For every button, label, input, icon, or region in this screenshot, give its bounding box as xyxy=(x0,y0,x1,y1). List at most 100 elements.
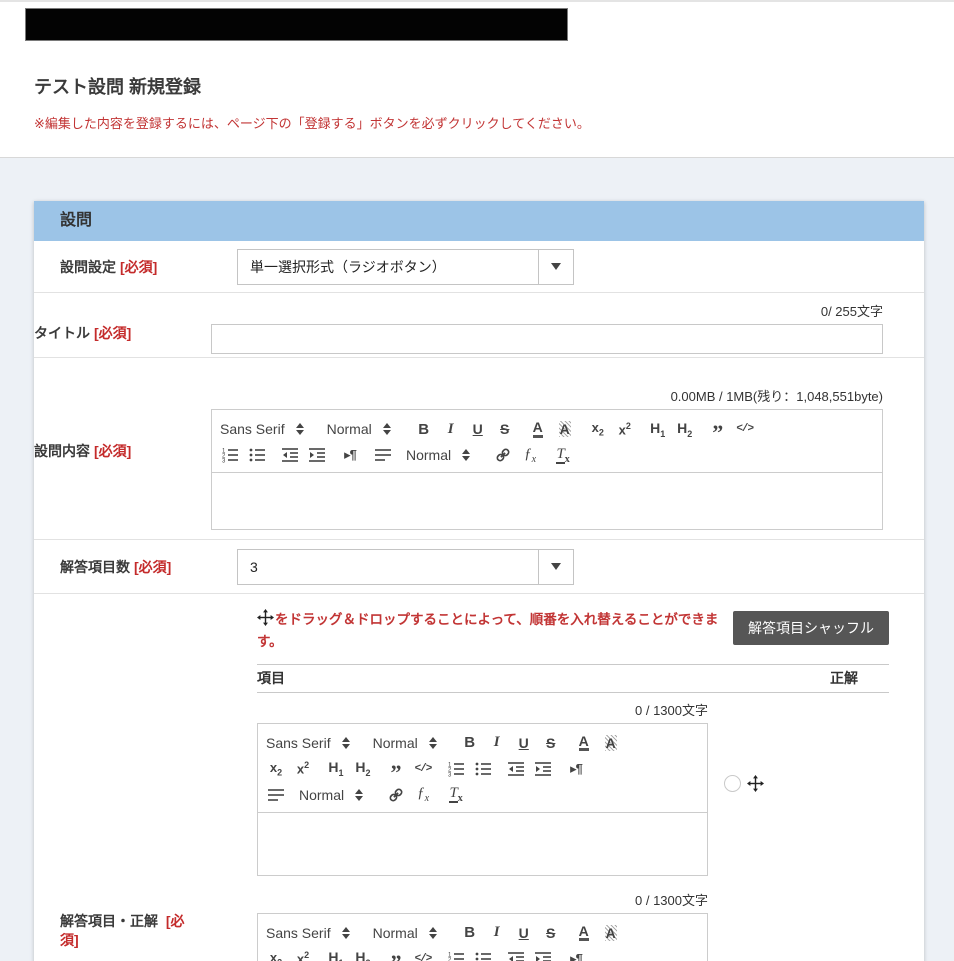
size-picker[interactable]: Normal xyxy=(373,735,437,751)
direction-icon[interactable]: ▸¶ xyxy=(340,443,360,467)
header-1-icon[interactable]: H1 xyxy=(326,947,346,961)
indent-icon[interactable] xyxy=(533,757,553,781)
code-block-icon[interactable]: </> xyxy=(413,947,433,961)
bold-icon[interactable]: B xyxy=(460,731,480,755)
align-icon[interactable] xyxy=(266,783,286,807)
move-icon[interactable] xyxy=(747,775,764,792)
color-icon[interactable]: A xyxy=(574,731,594,755)
row-question-content: 設問内容[必須] 0.00MB / 1MB(残り：1,048,551byte) … xyxy=(34,358,924,540)
clean-icon[interactable]: Tx xyxy=(446,783,466,807)
question-type-select[interactable]: 単一選択形式（ラジオボタン） xyxy=(237,249,574,285)
code-block-icon[interactable]: </> xyxy=(735,417,755,441)
move-icon xyxy=(257,609,274,632)
underline-icon[interactable]: U xyxy=(468,417,488,441)
direction-icon[interactable]: ▸¶ xyxy=(566,947,586,961)
lineheight-picker[interactable]: Normal xyxy=(299,787,363,803)
question-type-label: 設問設定[必須] xyxy=(60,257,237,277)
strike-icon[interactable]: S xyxy=(541,921,561,945)
superscript-icon[interactable]: x2 xyxy=(293,757,313,781)
indent-icon[interactable] xyxy=(533,947,553,961)
size-picker[interactable]: Normal xyxy=(373,925,437,941)
picker-arrows-icon xyxy=(462,449,470,461)
link-icon[interactable] xyxy=(386,783,406,807)
italic-icon[interactable]: I xyxy=(441,417,461,441)
font-picker[interactable]: Sans Serif xyxy=(266,735,350,751)
formula-icon[interactable]: ƒx xyxy=(520,443,540,467)
editor-toolbar: Sans SerifNormalBIUSAAx2x2H1H2”</>123▸¶N… xyxy=(258,914,707,961)
indent-icon[interactable] xyxy=(307,443,327,467)
blockquote-icon[interactable]: ” xyxy=(386,947,406,961)
underline-icon[interactable]: U xyxy=(514,921,534,945)
picker-arrows-icon xyxy=(296,423,304,435)
code-block-icon[interactable]: </> xyxy=(413,757,433,781)
page-header: テスト設問 新規登録 ※編集した内容を登録するには、ページ下の「登録する」ボタン… xyxy=(0,8,954,158)
shuffle-items-button[interactable]: 解答項目シャッフル xyxy=(733,611,889,645)
picker-arrows-icon xyxy=(429,927,437,939)
bold-icon[interactable]: B xyxy=(460,921,480,945)
svg-text:3: 3 xyxy=(448,772,452,776)
row-question-type: 設問設定[必須] 単一選択形式（ラジオボタン） xyxy=(34,241,924,293)
answer-item-editor: Sans SerifNormalBIUSAAx2x2H1H2”</>123▸¶N… xyxy=(257,723,708,876)
header-1-icon[interactable]: H1 xyxy=(326,757,346,781)
drag-drop-hint: をドラッグ＆ドロップすることによって、順番を入れ替えることができます。 xyxy=(257,609,719,653)
chevron-down-icon[interactable] xyxy=(538,550,573,584)
link-icon[interactable] xyxy=(493,443,513,467)
outdent-icon[interactable] xyxy=(506,757,526,781)
content-size-counter: 0.00MB / 1MB(残り：1,048,551byte) xyxy=(211,386,883,405)
page-background: 設問 設問設定[必須] 単一選択形式（ラジオボタン） タイトル[必須] xyxy=(0,158,954,961)
blockquote-icon[interactable]: ” xyxy=(708,417,728,441)
list-ordered-icon[interactable]: 123 xyxy=(446,947,466,961)
redacted-navigation-block xyxy=(25,8,568,41)
background-icon[interactable]: A xyxy=(601,731,621,755)
correct-answer-radio[interactable] xyxy=(724,775,741,792)
title-input[interactable] xyxy=(211,324,883,354)
outdent-icon[interactable] xyxy=(506,947,526,961)
superscript-icon[interactable]: x2 xyxy=(293,947,313,961)
list-bullet-icon[interactable] xyxy=(473,947,493,961)
answer-count-select-value: 3 xyxy=(238,550,538,584)
italic-icon[interactable]: I xyxy=(487,731,507,755)
direction-icon[interactable]: ▸¶ xyxy=(566,757,586,781)
answer-count-select[interactable]: 3 xyxy=(237,549,574,585)
header-2-icon[interactable]: H2 xyxy=(675,417,695,441)
question-content-textarea[interactable] xyxy=(212,473,882,529)
color-icon[interactable]: A xyxy=(528,417,548,441)
font-picker[interactable]: Sans Serif xyxy=(266,925,350,941)
header-2-icon[interactable]: H2 xyxy=(353,947,373,961)
list-bullet-icon[interactable] xyxy=(473,757,493,781)
answer-item-textarea[interactable] xyxy=(258,813,707,875)
subscript-icon[interactable]: x2 xyxy=(266,757,286,781)
subscript-icon[interactable]: x2 xyxy=(588,417,608,441)
header-2-icon[interactable]: H2 xyxy=(353,757,373,781)
size-picker[interactable]: Normal xyxy=(327,421,391,437)
strike-icon[interactable]: S xyxy=(541,731,561,755)
blockquote-icon[interactable]: ” xyxy=(386,757,406,781)
outdent-icon[interactable] xyxy=(280,443,300,467)
bold-icon[interactable]: B xyxy=(414,417,434,441)
answer-item-2: 0 / 1300文字 Sans SerifNormalBIUSAAx2x2H1H… xyxy=(257,890,889,961)
chevron-down-icon[interactable] xyxy=(538,250,573,284)
answer-item-1: 0 / 1300文字 Sans SerifNormalBIUSAAx2x2H1H… xyxy=(257,700,889,876)
color-icon[interactable]: A xyxy=(574,921,594,945)
save-warning-text: ※編集した内容を登録するには、ページ下の「登録する」ボタンを必ずクリックしてくだ… xyxy=(34,113,954,132)
lineheight-picker[interactable]: Normal xyxy=(406,447,470,463)
font-picker[interactable]: Sans Serif xyxy=(220,421,304,437)
background-icon[interactable]: A xyxy=(601,921,621,945)
list-ordered-icon[interactable]: 123 xyxy=(446,757,466,781)
background-icon[interactable]: A xyxy=(555,417,575,441)
italic-icon[interactable]: I xyxy=(487,921,507,945)
picker-arrows-icon xyxy=(342,927,350,939)
list-bullet-icon[interactable] xyxy=(247,443,267,467)
header-1-icon[interactable]: H1 xyxy=(648,417,668,441)
strike-icon[interactable]: S xyxy=(495,417,515,441)
subscript-icon[interactable]: x2 xyxy=(266,947,286,961)
list-ordered-icon[interactable]: 123 xyxy=(220,443,240,467)
underline-icon[interactable]: U xyxy=(514,731,534,755)
clean-icon[interactable]: Tx xyxy=(553,443,573,467)
required-badge: [必須] xyxy=(94,443,131,459)
superscript-icon[interactable]: x2 xyxy=(615,417,635,441)
align-icon[interactable] xyxy=(373,443,393,467)
question-form-card: 設問 設問設定[必須] 単一選択形式（ラジオボタン） タイトル[必須] xyxy=(34,201,924,961)
formula-icon[interactable]: ƒx xyxy=(413,783,433,807)
page-title: テスト設問 新規登録 xyxy=(34,73,954,99)
